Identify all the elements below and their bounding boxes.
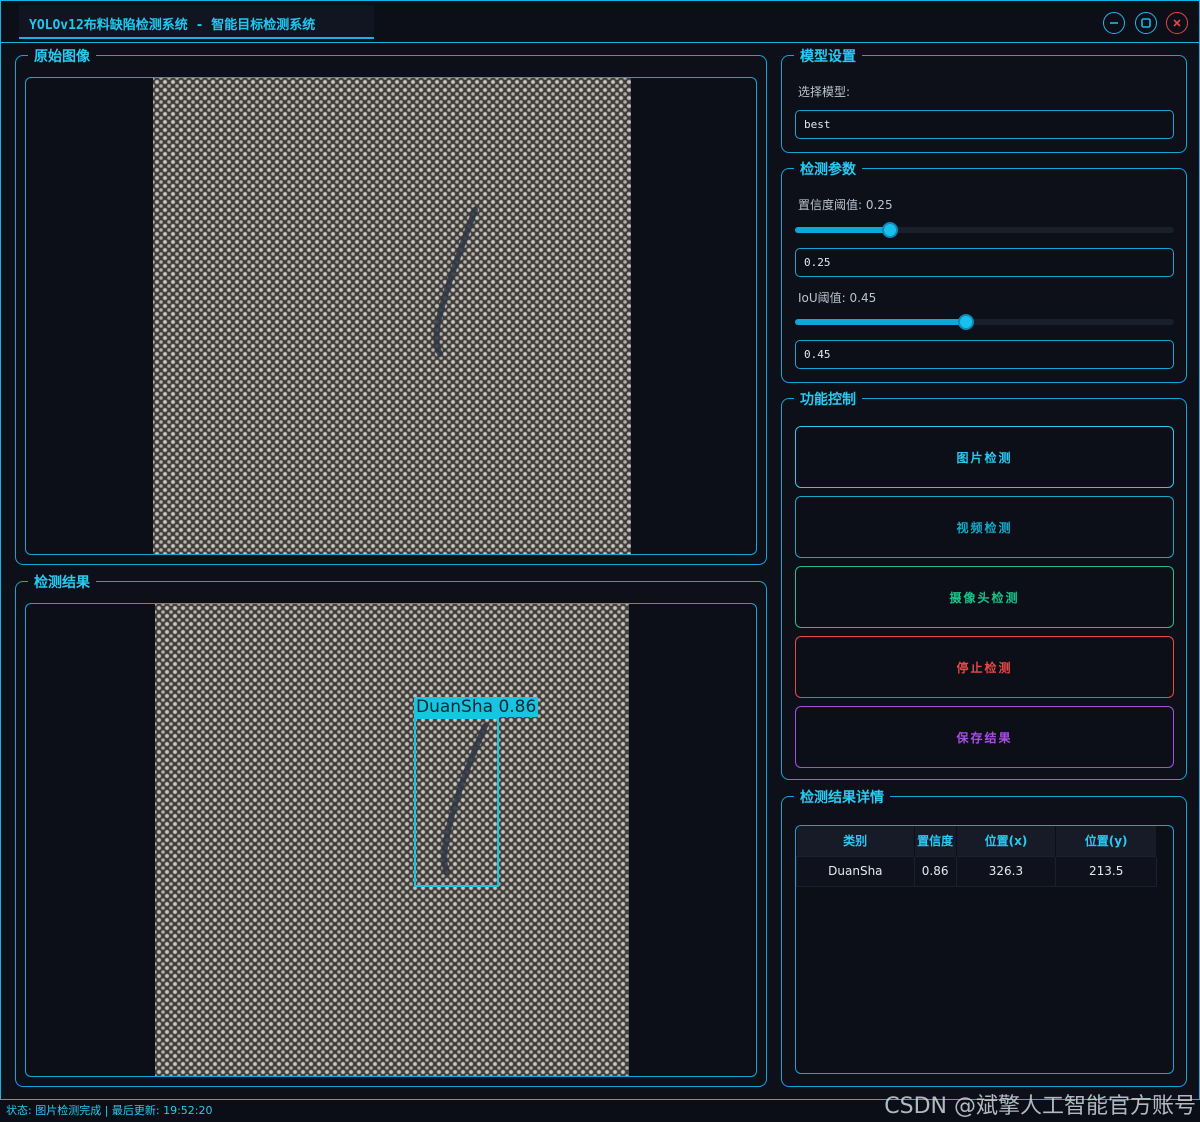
confidence-slider[interactable] [795,222,1174,238]
cell-class: DuanSha [796,855,915,887]
iou-slider[interactable] [795,314,1174,330]
iou-slider-fill [795,319,966,325]
cell-position-y: 213.5 [1055,855,1157,887]
close-button[interactable] [1166,12,1188,34]
results-table: 类别 置信度 位置(x) 位置(y) DuanSha 0.86 326.3 21… [796,826,1157,887]
results-table-frame: 类别 置信度 位置(x) 位置(y) DuanSha 0.86 326.3 21… [795,825,1174,1074]
camera-detect-button[interactable]: 摄像头检测 [795,566,1174,628]
window-title: YOLOv12布料缺陷检测系统 - 智能目标检测系统 [29,18,316,33]
confidence-slider-fill [795,227,890,233]
result-image-title: 检测结果 [28,572,96,592]
confidence-label: 置信度阈值: 0.25 [798,198,893,212]
stop-detect-button[interactable]: 停止检测 [795,636,1174,698]
minimize-icon [1110,22,1118,24]
detect-params-title: 检测参数 [794,159,862,179]
function-control-title: 功能控制 [794,389,862,409]
cell-position-x: 326.3 [955,855,1057,887]
main-window: YOLOv12布料缺陷检测系统 - 智能目标检测系统 原始图像 检测结果 Dua… [0,0,1200,1100]
minimize-button[interactable] [1103,12,1125,34]
model-select[interactable]: best [795,110,1174,139]
confidence-slider-handle[interactable] [881,222,898,238]
detection-bounding-box [414,717,499,887]
header-class[interactable]: 类别 [796,826,915,856]
video-detect-button[interactable]: 视频检测 [795,496,1174,558]
result-image-group: 检测结果 DuanSha 0.86 [15,572,767,1087]
confidence-input[interactable]: 0.25 [795,248,1174,277]
original-image-title: 原始图像 [28,46,96,66]
iou-label: IoU阈值: 0.45 [798,291,877,305]
maximize-icon [1141,18,1151,28]
original-image-group: 原始图像 [15,46,767,565]
header-position-y[interactable]: 位置(y) [1055,826,1157,856]
table-row[interactable]: DuanSha 0.86 326.3 213.5 [796,855,1157,887]
iou-slider-handle[interactable] [957,314,974,330]
iou-input[interactable]: 0.45 [795,340,1174,369]
image-detect-button[interactable]: 图片检测 [795,426,1174,488]
save-result-button[interactable]: 保存结果 [795,706,1174,768]
title-bar: YOLOv12布料缺陷检测系统 - 智能目标检测系统 [1,1,1199,43]
detection-label: DuanSha 0.86 [414,697,539,717]
results-title: 检测结果详情 [794,787,890,807]
title-tab: YOLOv12布料缺陷检测系统 - 智能目标检测系统 [19,5,374,39]
result-image-frame: DuanSha 0.86 [25,603,757,1077]
watermark: CSDN @斌擎人工智能官方账号 [884,1094,1196,1119]
table-header-row: 类别 置信度 位置(x) 位置(y) [796,826,1157,856]
original-image-frame [25,77,757,555]
results-group: 检测结果详情 类别 置信度 位置(x) 位置(y) DuanSha 0.86 3… [781,787,1187,1087]
model-settings-title: 模型设置 [794,46,862,66]
close-icon [1173,19,1181,27]
select-model-label: 选择模型: [798,85,851,99]
header-confidence[interactable]: 置信度 [914,826,957,856]
header-position-x[interactable]: 位置(x) [956,826,1057,856]
maximize-button[interactable] [1135,12,1157,34]
cell-confidence: 0.86 [913,855,957,887]
original-defect-mark [433,207,478,357]
result-defect-mark [441,723,488,875]
